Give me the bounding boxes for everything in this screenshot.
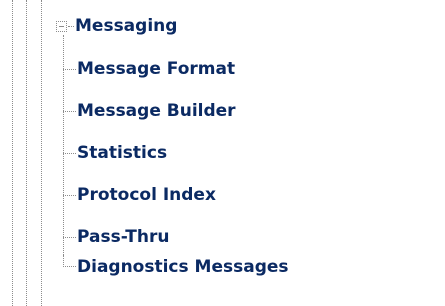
tree-item-pass-thru[interactable]: Pass-Thru: [63, 225, 169, 249]
tree-item-protocol-index[interactable]: Protocol Index: [63, 183, 216, 207]
tree-node-label[interactable]: Messaging: [75, 14, 177, 38]
tree-connector: [63, 110, 76, 112]
tree-item-message-format[interactable]: Message Format: [63, 57, 235, 81]
tree-guide-line: [26, 0, 27, 306]
tree-item-label[interactable]: Protocol Index: [77, 183, 216, 207]
tree-item-statistics[interactable]: Statistics: [63, 141, 167, 165]
tree-node-messaging[interactable]: Messaging: [56, 14, 177, 38]
tree-guide-line: [41, 0, 42, 306]
collapse-toggle-icon[interactable]: [56, 20, 67, 32]
tree-item-label[interactable]: Statistics: [77, 141, 167, 165]
tree-guide-line: [12, 0, 13, 306]
tree-connector: [68, 25, 74, 27]
navigation-tree: Messaging Message Format Message Builder…: [0, 0, 445, 306]
tree-item-label[interactable]: Message Builder: [77, 99, 236, 123]
tree-item-message-builder[interactable]: Message Builder: [63, 99, 236, 123]
tree-item-label[interactable]: Message Format: [77, 57, 235, 81]
tree-connector: [63, 236, 76, 238]
tree-item-label[interactable]: Pass-Thru: [77, 225, 169, 249]
tree-connector: [63, 68, 76, 70]
tree-item-diagnostics-messages[interactable]: Diagnostics Messages: [63, 255, 289, 279]
tree-connector: [63, 194, 76, 196]
tree-item-label[interactable]: Diagnostics Messages: [77, 255, 289, 279]
tree-connector: [63, 152, 76, 154]
tree-connector: [63, 255, 76, 267]
